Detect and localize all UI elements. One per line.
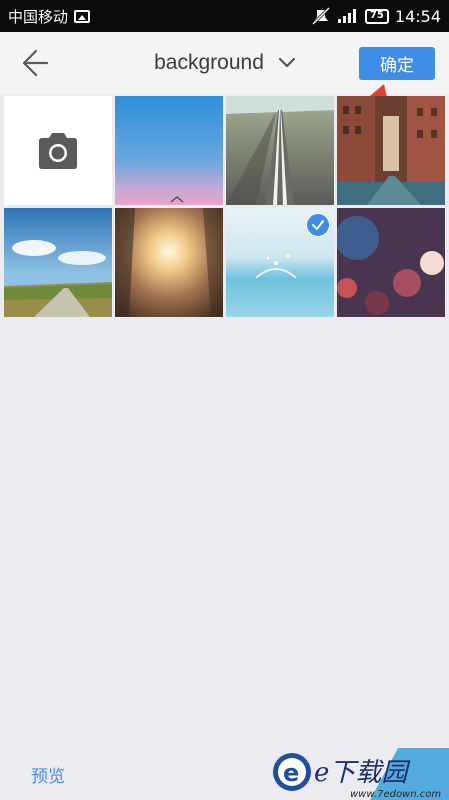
image-notification-icon bbox=[74, 9, 91, 23]
clock: 14:54 bbox=[394, 6, 441, 26]
back-button[interactable] bbox=[14, 46, 54, 80]
photo-thumbnail[interactable] bbox=[337, 96, 445, 205]
selected-check-icon[interactable] bbox=[306, 213, 330, 237]
status-bar-right: 75 14:54 bbox=[311, 7, 441, 26]
photo-thumbnail[interactable] bbox=[4, 208, 112, 317]
album-name: background bbox=[154, 51, 264, 74]
watermark-url: www.7edown.com bbox=[350, 789, 441, 800]
watermark-brand-text: e下载园 bbox=[314, 758, 411, 788]
photo-thumbnail[interactable] bbox=[115, 96, 223, 205]
photo-grid bbox=[0, 96, 449, 317]
photo-thumbnail[interactable] bbox=[337, 208, 445, 317]
confirm-button[interactable]: 确定 bbox=[359, 47, 435, 80]
photo-thumbnail[interactable] bbox=[115, 208, 223, 317]
svg-text:e: e bbox=[283, 759, 299, 787]
photo-image bbox=[115, 96, 223, 205]
preview-button[interactable]: 预览 bbox=[31, 762, 65, 787]
photo-image bbox=[337, 208, 445, 317]
take-photo-tile[interactable] bbox=[4, 96, 112, 205]
photo-thumbnail-selected[interactable] bbox=[226, 208, 334, 317]
silent-mode-icon bbox=[311, 7, 330, 25]
photo-image bbox=[226, 96, 334, 205]
photo-image bbox=[115, 208, 223, 317]
album-picker-header: background 确定 bbox=[0, 32, 449, 94]
site-watermark-logo: e e下载园 www.7edown.com bbox=[273, 748, 449, 800]
photo-thumbnail[interactable] bbox=[226, 96, 334, 205]
battery-icon: 75 bbox=[364, 8, 389, 24]
signal-icon bbox=[337, 9, 356, 23]
photo-image bbox=[4, 208, 112, 317]
camera-icon bbox=[39, 132, 77, 169]
photo-image bbox=[337, 96, 445, 205]
status-bar-left: 中国移动 bbox=[8, 6, 91, 27]
carrier-name: 中国移动 bbox=[8, 7, 69, 26]
chevron-down-icon bbox=[278, 57, 295, 68]
album-dropdown[interactable]: background bbox=[130, 46, 320, 80]
arrow-left-icon bbox=[22, 49, 49, 77]
status-bar: 中国移动 75 14:54 bbox=[0, 0, 449, 32]
